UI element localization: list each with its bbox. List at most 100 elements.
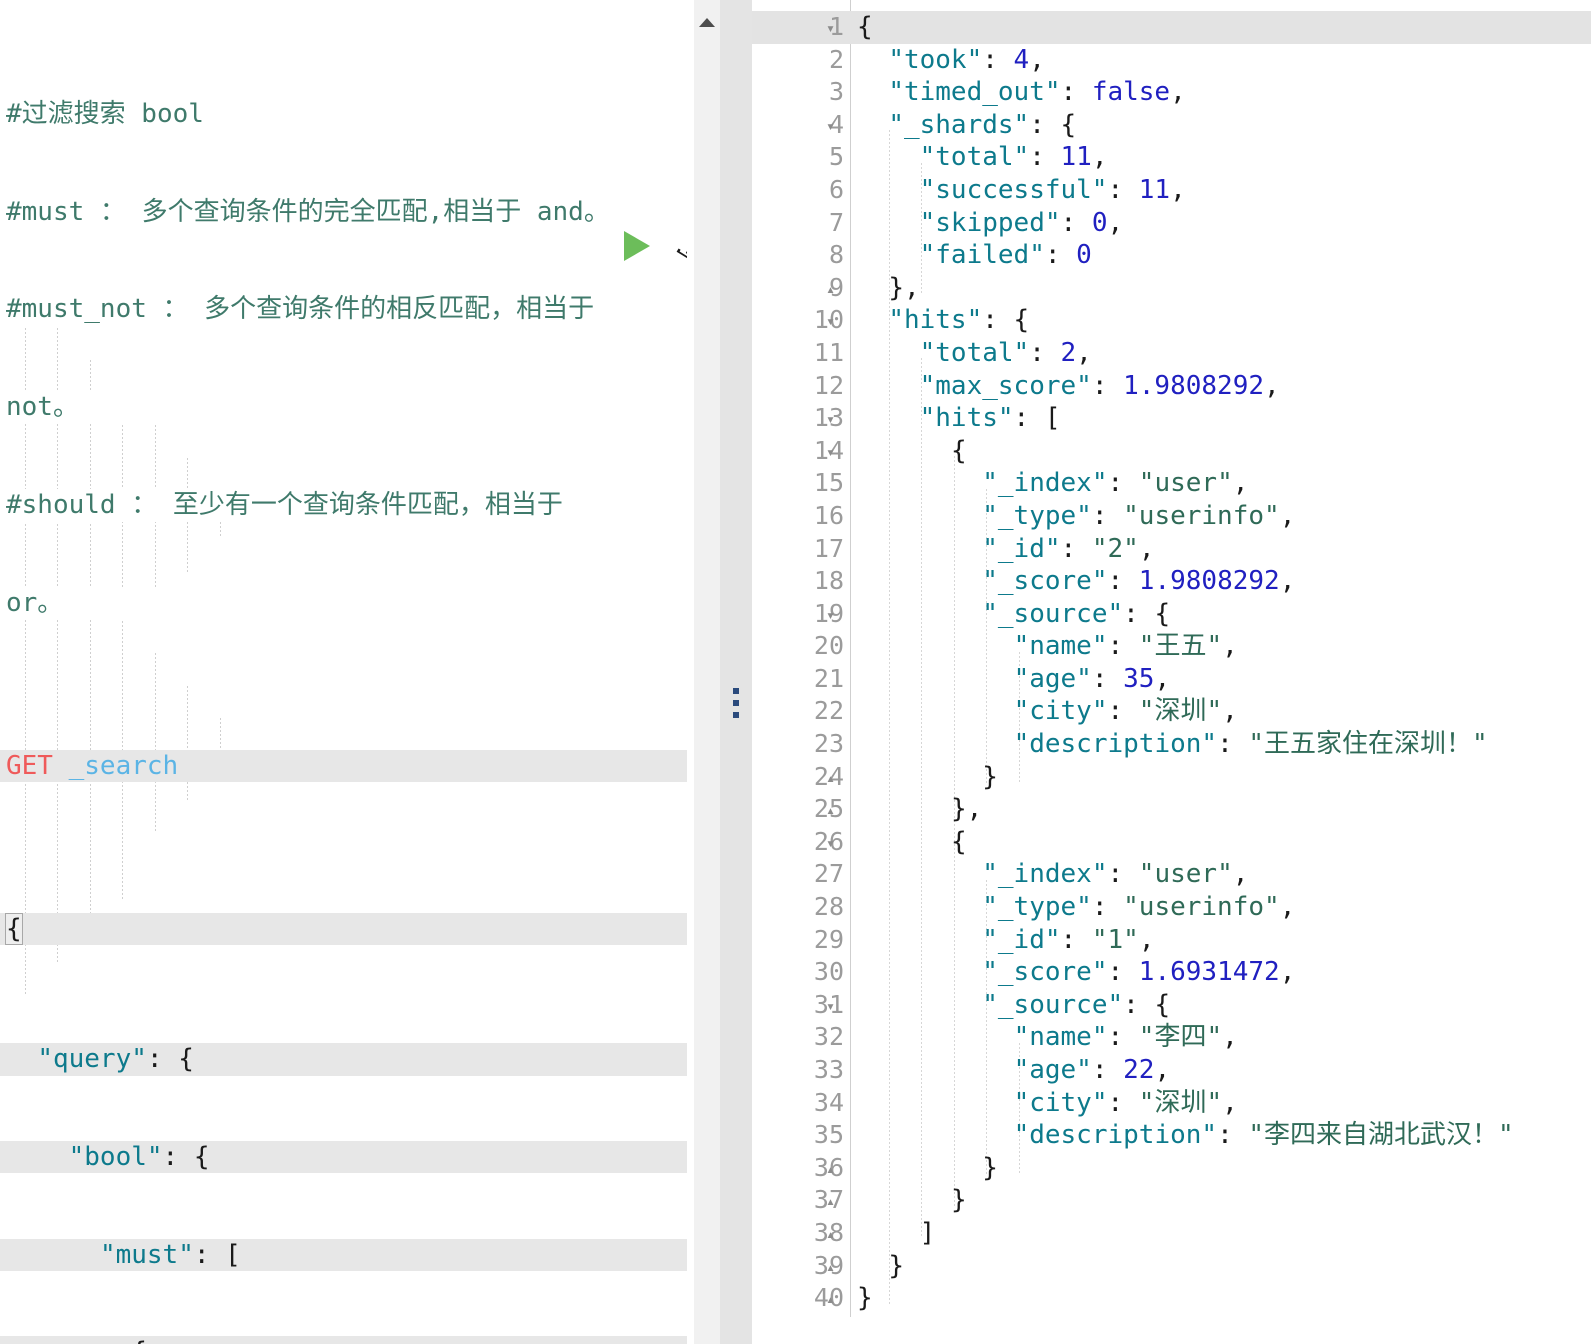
fold-open-icon[interactable]: ▾ xyxy=(826,109,846,142)
comment-line[interactable]: #过滤搜索 bool xyxy=(0,97,687,131)
line-number: 22 xyxy=(813,696,844,726)
response-line[interactable]: 13 ▾ "hits": [ xyxy=(752,402,1591,435)
body-line[interactable]: "query": { xyxy=(0,1043,687,1076)
comment-line[interactable]: or。 xyxy=(0,586,687,620)
response-code-text: "_index": "user", xyxy=(982,468,1249,499)
response-code-text: "successful": 11, xyxy=(919,174,1186,205)
scroll-up-arrow-icon[interactable] xyxy=(699,18,715,27)
response-line[interactable]: 14 ▾ { xyxy=(752,435,1591,468)
response-pane[interactable]: 1 ▾{2 "took": 4, 3 "timed_out": false, 4 ▾ "… xyxy=(752,0,1591,1344)
response-line[interactable]: 25 ▴ }, xyxy=(752,793,1591,826)
fold-close-icon[interactable]: ▴ xyxy=(826,272,846,305)
comment-text: #must_not ： 多个查询条件的相反匹配，相当于 xyxy=(6,294,595,325)
response-line[interactable]: 7 "skipped": 0, xyxy=(752,207,1591,240)
run-request-button[interactable] xyxy=(624,231,650,261)
response-code-text: "city": "深圳", xyxy=(1013,696,1238,727)
response-line[interactable]: 6 "successful": 11, xyxy=(752,174,1591,207)
response-line[interactable]: 16 "_type": "userinfo", xyxy=(752,500,1591,533)
response-line[interactable]: 19 ▾ "_source": { xyxy=(752,598,1591,631)
response-line[interactable]: 20 "name": "王五", xyxy=(752,630,1591,663)
response-line[interactable]: 15 "_index": "user", xyxy=(752,467,1591,500)
response-line[interactable]: 37 ▴ } xyxy=(752,1184,1591,1217)
response-line[interactable]: 33 "age": 22, xyxy=(752,1054,1591,1087)
response-code-text: "_source": { xyxy=(982,598,1171,629)
comment-line[interactable]: #must_not ： 多个查询条件的相反匹配，相当于 xyxy=(0,293,687,326)
fold-close-icon[interactable]: ▴ xyxy=(826,793,846,826)
response-lines[interactable]: 1 ▾{2 "took": 4, 3 "timed_out": false, 4 ▾ "… xyxy=(752,11,1591,1315)
fold-close-icon[interactable]: ▴ xyxy=(826,1250,846,1283)
response-line[interactable]: 8 "failed": 0 xyxy=(752,239,1591,272)
fold-close-icon[interactable]: ▴ xyxy=(826,761,846,794)
response-line[interactable]: 32 "name": "李四", xyxy=(752,1021,1591,1054)
fold-open-icon[interactable]: ▾ xyxy=(826,304,846,337)
fold-close-icon[interactable]: ▴ xyxy=(826,1217,846,1250)
response-line[interactable]: 3 "timed_out": false, xyxy=(752,76,1591,109)
response-line[interactable]: 26 ▾ { xyxy=(752,826,1591,859)
response-line[interactable]: 30 "_score": 1.6931472, xyxy=(752,956,1591,989)
fold-open-icon[interactable]: ▾ xyxy=(826,598,846,631)
response-line[interactable]: 27 "_index": "user", xyxy=(752,858,1591,891)
comment-text: or。 xyxy=(6,587,64,618)
comment-line[interactable]: #should ： 至少有一个查询条件匹配，相当于 xyxy=(0,488,687,522)
response-line[interactable]: 39 ▴ } xyxy=(752,1250,1591,1283)
response-line[interactable]: 29 "_id": "1", xyxy=(752,924,1591,957)
response-line[interactable]: 34 "city": "深圳", xyxy=(752,1087,1591,1120)
response-line[interactable]: 28 "_type": "userinfo", xyxy=(752,891,1591,924)
body-line[interactable]: { xyxy=(0,912,687,946)
pane-resizer[interactable] xyxy=(720,0,752,1344)
response-line[interactable]: 22 "city": "深圳", xyxy=(752,695,1591,728)
response-line[interactable]: 18 "_score": 1.9808292, xyxy=(752,565,1591,598)
response-line[interactable]: 36 ▴ } xyxy=(752,1152,1591,1185)
response-line[interactable]: 11 "total": 2, xyxy=(752,337,1591,370)
response-line[interactable]: 12 "max_score": 1.9808292, xyxy=(752,370,1591,403)
response-line[interactable]: 38 ▴ ] xyxy=(752,1217,1591,1250)
request-editor-pane[interactable]: #过滤搜索 bool #must ： 多个查询条件的完全匹配,相当于 and。 … xyxy=(0,0,687,1344)
response-line[interactable]: 2 "took": 4, xyxy=(752,44,1591,77)
response-code-text: "_score": 1.6931472, xyxy=(982,957,1296,988)
fold-open-icon[interactable]: ▾ xyxy=(826,11,846,44)
line-number: 28 xyxy=(813,892,844,922)
fold-open-icon[interactable]: ▾ xyxy=(826,826,846,859)
response-code-text: "_type": "userinfo", xyxy=(982,892,1296,923)
resizer-dot xyxy=(733,688,739,694)
response-line[interactable]: 40 ▴} xyxy=(752,1282,1591,1315)
fold-close-icon[interactable]: ▴ xyxy=(826,1282,846,1315)
comment-text: #should ： 至少有一个查询条件匹配，相当于 xyxy=(6,489,563,520)
body-line[interactable]: "must": [ xyxy=(0,1238,687,1272)
response-line[interactable]: 4 ▾ "_shards": { xyxy=(752,109,1591,142)
editor-lines[interactable]: #过滤搜索 bool #must ： 多个查询条件的完全匹配,相当于 and。 … xyxy=(0,0,687,1344)
kibana-console-screen: #过滤搜索 bool #must ： 多个查询条件的完全匹配,相当于 and。 … xyxy=(0,0,1591,1344)
fold-open-icon[interactable]: ▾ xyxy=(826,435,846,468)
comment-line[interactable]: #must ： 多个查询条件的完全匹配,相当于 and。 xyxy=(0,195,687,229)
response-line[interactable]: 35 "description": "李四来自湖北武汉！" xyxy=(752,1119,1591,1152)
response-line[interactable]: 23 "description": "王五家住在深圳！" xyxy=(752,728,1591,761)
response-line[interactable]: 24 ▴ } xyxy=(752,761,1591,794)
response-code-text: }, xyxy=(950,794,983,825)
response-line[interactable]: 17 "_id": "2", xyxy=(752,533,1591,566)
line-number: 15 xyxy=(813,468,844,498)
response-line[interactable]: 9 ▴ }, xyxy=(752,272,1591,305)
fold-open-icon[interactable]: ▾ xyxy=(826,989,846,1022)
fold-close-icon[interactable]: ▴ xyxy=(826,1184,846,1217)
request-line[interactable]: GET _search xyxy=(0,749,687,783)
comment-text: #过滤搜索 bool xyxy=(6,98,204,129)
fold-close-icon[interactable]: ▴ xyxy=(826,1152,846,1185)
comment-text: #must ： 多个查询条件的完全匹配,相当于 and。 xyxy=(6,196,610,227)
comment-line[interactable]: not。 xyxy=(0,391,687,424)
response-code-text: { xyxy=(950,826,967,857)
response-code-text: "hits": { xyxy=(888,305,1030,336)
body-line[interactable]: "bool": { xyxy=(0,1140,687,1174)
body-line[interactable]: { xyxy=(0,1336,687,1344)
response-line[interactable]: 1 ▾{ xyxy=(752,11,1591,44)
response-line[interactable]: 21 "age": 35, xyxy=(752,663,1591,696)
response-code-text: "_id": "2", xyxy=(982,533,1155,564)
comment-text: not。 xyxy=(6,392,79,423)
fold-open-icon[interactable]: ▾ xyxy=(826,402,846,435)
response-line[interactable]: 5 "total": 11, xyxy=(752,141,1591,174)
wrench-icon[interactable] xyxy=(672,228,687,262)
line-number: 3 xyxy=(828,77,844,107)
response-code-text: "name": "王五", xyxy=(1013,631,1238,662)
response-line[interactable]: 31 ▾ "_source": { xyxy=(752,989,1591,1022)
response-line[interactable]: 10 ▾ "hits": { xyxy=(752,304,1591,337)
left-scrollbar-track[interactable] xyxy=(694,0,1412,1344)
